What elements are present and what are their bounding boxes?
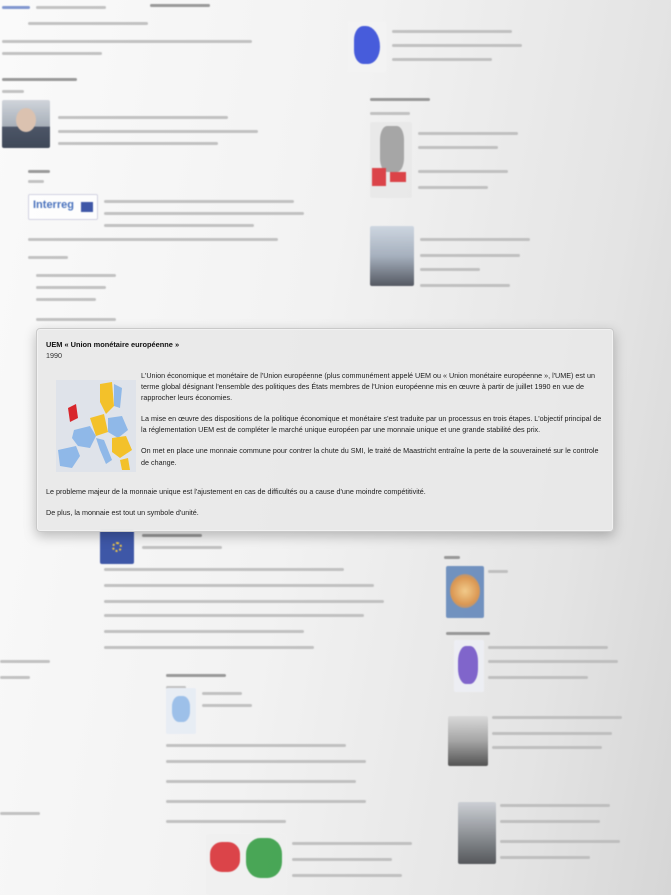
street-photo-thumbnail <box>448 716 488 766</box>
card-title: UEM « Union monétaire européenne » <box>46 340 180 349</box>
timeline-card-uem[interactable]: UEM « Union monétaire européenne » 1990 <box>36 328 614 532</box>
interreg-logo-text: Interreg <box>33 199 74 211</box>
card-paragraph: La mise en œuvre des dispositions de la … <box>141 414 602 435</box>
card-footer-paragraph: Le probleme majeur de la monnaie unique … <box>46 486 426 496</box>
card-footer: Le probleme majeur de la monnaie unique … <box>46 486 604 518</box>
card-body: L'Union économique et monétaire de l'Uni… <box>46 368 604 486</box>
card-footer-paragraph: De plus, la monnaie est tout un symbole … <box>46 507 199 517</box>
europe-map-icon <box>56 379 136 472</box>
coin-thumbnail <box>446 566 484 618</box>
eurozone-map-thumbnail <box>454 640 484 692</box>
south-europe-map-thumbnail <box>370 122 412 198</box>
card-year: 1990 <box>46 351 62 361</box>
europe-map-small-thumbnail <box>166 688 196 734</box>
timeline-viewport: Interreg UEM « Union monétaire européenn… <box>0 0 671 895</box>
eu-flag-thumbnail <box>100 530 134 564</box>
world-map-thumbnail <box>206 834 286 895</box>
card-paragraph: On met en place une monnaie commune pour… <box>141 446 599 467</box>
card-paragraph: L'Union économique et monétaire de l'Uni… <box>141 370 596 402</box>
interreg-logo: Interreg <box>28 194 98 220</box>
eu-map-thumbnail <box>348 22 386 72</box>
building-photo-thumbnail <box>370 226 414 286</box>
portrait-thumbnail <box>2 100 50 148</box>
cathedral-photo-thumbnail <box>458 802 496 864</box>
card-paragraphs: L'Union économique et monétaire de l'Uni… <box>141 370 602 478</box>
